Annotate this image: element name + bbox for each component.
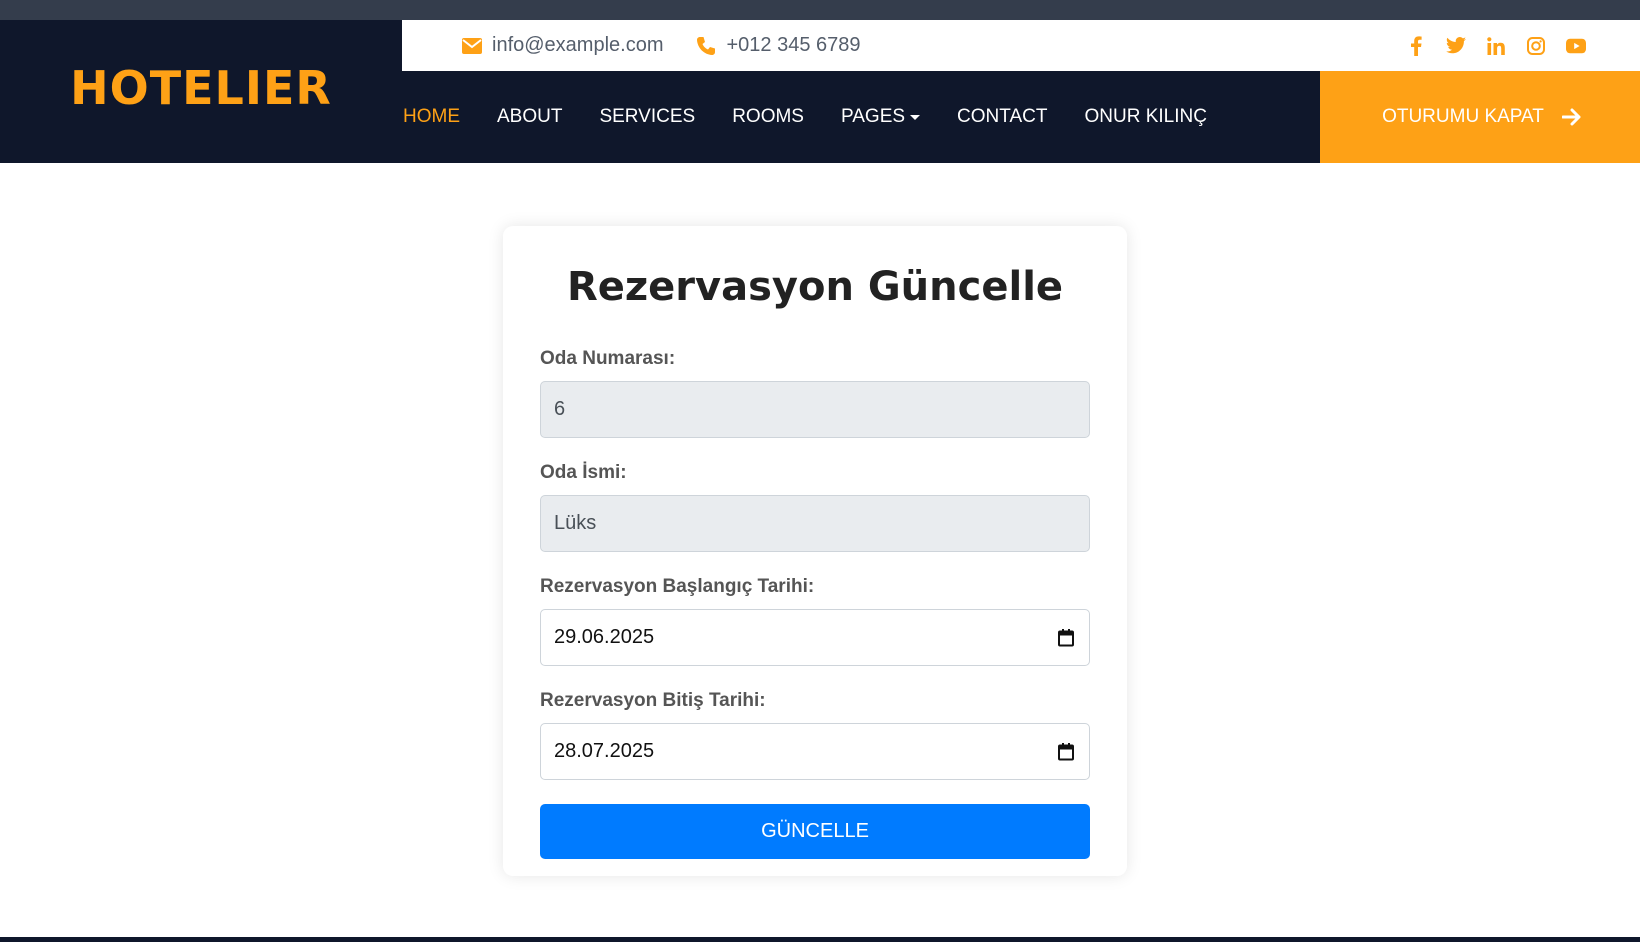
email-text: info@example.com <box>492 34 664 56</box>
reservation-update-card: Rezervasyon Güncelle Oda Numarası: 6 Oda… <box>503 226 1127 876</box>
nav-contact[interactable]: CONTACT <box>957 106 1047 128</box>
logout-label: OTURUMU KAPAT <box>1382 106 1544 127</box>
nav-pages-label: PAGES <box>840 106 906 127</box>
update-button[interactable]: GÜNCELLE <box>540 804 1090 859</box>
room-number-value: 6 <box>554 398 566 420</box>
email-info: info@example.com <box>462 34 663 57</box>
end-date-input[interactable]: 28.07.2025 <box>540 723 1090 780</box>
start-date-input[interactable]: 29.06.2025 <box>540 609 1090 666</box>
youtube-icon[interactable] <box>1566 36 1586 56</box>
end-date-label: Rezervasyon Bitiş Tarihi: <box>540 690 766 711</box>
start-date-label: Rezervasyon Başlangıç Tarihi: <box>540 576 815 597</box>
start-date-value: 29.06.2025 <box>554 626 655 648</box>
main-navigation: HOME ABOUT SERVICES ROOMS PAGES CONTACT … <box>402 71 1320 163</box>
site-logo[interactable]: HOTELIER <box>70 61 332 115</box>
nav-pages-dropdown[interactable]: PAGES <box>840 106 921 128</box>
room-name-label: Oda İsmi: <box>540 462 627 483</box>
instagram-icon[interactable] <box>1526 36 1546 56</box>
brand-area[interactable]: HOTELIER <box>0 20 402 163</box>
nav-rooms[interactable]: ROOMS <box>732 106 804 128</box>
room-number-field[interactable]: 6 <box>540 381 1090 438</box>
browser-top-strip <box>0 0 1640 20</box>
nav-home[interactable]: HOME <box>403 106 460 128</box>
calendar-icon[interactable] <box>1058 628 1074 647</box>
nav-about[interactable]: ABOUT <box>497 106 562 128</box>
caret-down-icon <box>910 114 921 120</box>
phone-icon <box>697 36 716 55</box>
social-links <box>1406 20 1586 71</box>
calendar-icon[interactable] <box>1058 742 1074 761</box>
form-title: Rezervasyon Güncelle <box>566 264 1064 310</box>
logout-button[interactable]: OTURUMU KAPAT <box>1320 71 1640 163</box>
envelope-icon <box>462 37 482 54</box>
nav-services[interactable]: SERVICES <box>599 106 695 128</box>
linkedin-icon[interactable] <box>1486 36 1506 56</box>
room-name-value: Lüks <box>554 512 597 534</box>
contact-info-bar: info@example.com +012 345 6789 <box>402 20 1640 71</box>
nav-user-name[interactable]: ONUR KILINÇ <box>1084 106 1206 128</box>
twitter-icon[interactable] <box>1446 36 1466 56</box>
phone-text: +012 345 6789 <box>726 34 861 56</box>
facebook-icon[interactable] <box>1406 35 1426 56</box>
room-number-label: Oda Numarası: <box>540 348 676 369</box>
room-name-field[interactable]: Lüks <box>540 495 1090 552</box>
end-date-value: 28.07.2025 <box>554 740 655 762</box>
footer-edge <box>0 937 1640 942</box>
arrow-right-icon <box>1561 108 1581 126</box>
phone-info: +012 345 6789 <box>696 34 861 57</box>
